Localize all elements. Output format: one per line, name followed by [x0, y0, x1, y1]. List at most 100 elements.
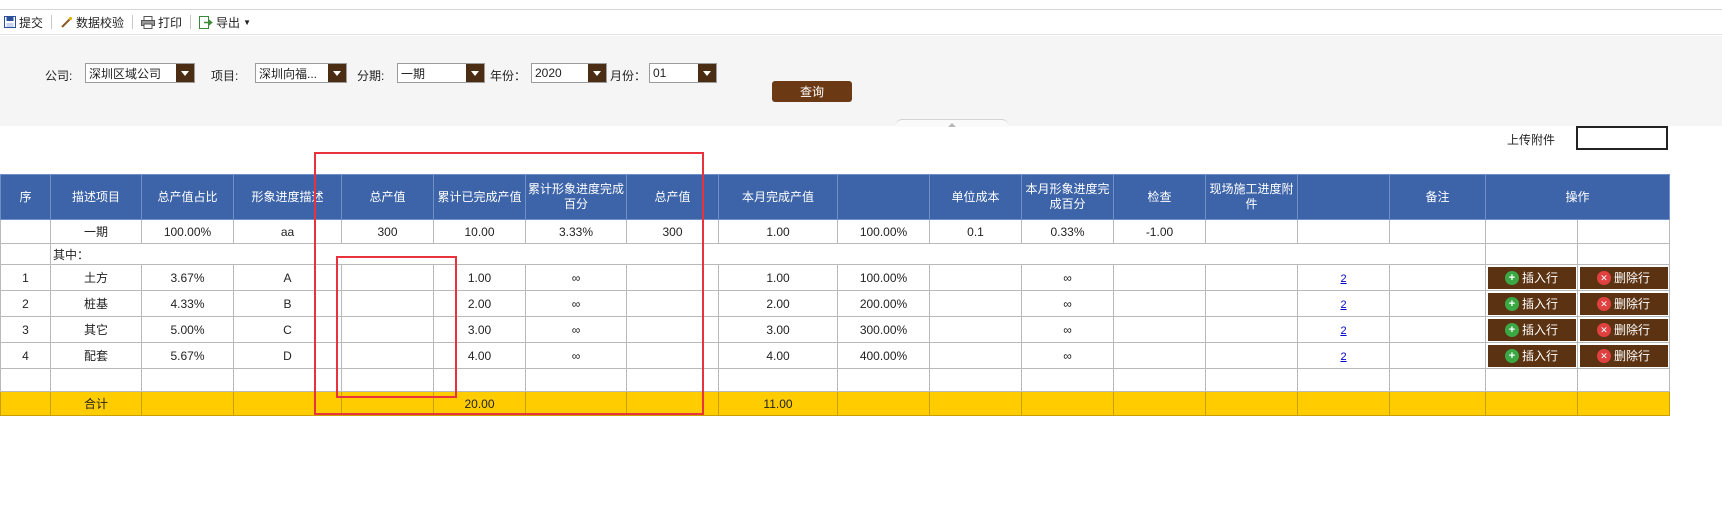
cell-total2[interactable]	[626, 290, 719, 317]
upload-input[interactable]	[1576, 126, 1668, 150]
insert-row-button[interactable]: + 插入行	[1487, 344, 1576, 367]
cell-action: + 插入行	[1485, 342, 1578, 369]
column-header: 检查	[1113, 174, 1206, 220]
project-label: 项目:	[211, 69, 239, 83]
period-label: 分期:	[357, 69, 385, 83]
cell-remark[interactable]	[1389, 316, 1486, 343]
cell-month-done: 3.00	[718, 316, 838, 343]
cell-cum-pct: ∞	[525, 264, 627, 291]
cell-attachment-link: 2	[1297, 316, 1390, 343]
cell-attach	[1205, 342, 1298, 369]
cell-total[interactable]	[341, 316, 434, 343]
query-button[interactable]: 查询	[772, 81, 852, 102]
print-label: 打印	[158, 15, 183, 30]
attachment-link[interactable]: 2	[1340, 273, 1346, 285]
cell-ratio: 5.67%	[141, 342, 234, 369]
cell-total2[interactable]	[626, 264, 719, 291]
export-icon	[199, 15, 213, 29]
delete-row-button[interactable]: ✕ 删除行	[1579, 344, 1668, 367]
cell-action: ✕ 删除行	[1576, 290, 1671, 317]
table-cell	[718, 368, 838, 392]
column-header: 累计已完成产值	[433, 174, 526, 220]
cell-total[interactable]	[341, 290, 434, 317]
total-cell	[525, 391, 627, 416]
company-select[interactable]: 深圳区域公司	[85, 63, 195, 83]
insert-row-label: 插入行	[1521, 297, 1558, 311]
year-label: 年份：	[490, 69, 527, 83]
insert-row-button[interactable]: + 插入行	[1487, 292, 1576, 315]
table-cell	[0, 368, 51, 392]
summary-row: 一期 100.00% aa 300 10.00 3.33% 300 1.00 100.00% 0.…	[0, 219, 1671, 244]
chevron-down-icon[interactable]	[328, 64, 346, 82]
project-select[interactable]: 深圳向福...	[255, 63, 347, 83]
cell-remark[interactable]	[1389, 290, 1486, 317]
chevron-down-icon[interactable]	[176, 64, 194, 82]
cell-attach	[1205, 264, 1298, 291]
cell-check	[1113, 290, 1206, 317]
month-select[interactable]: 01	[649, 63, 717, 83]
column-header: 总产值占比	[141, 174, 234, 220]
chevron-down-icon[interactable]	[588, 64, 606, 82]
total-cell	[1205, 391, 1298, 416]
export-button[interactable]: 导出 ▼	[195, 12, 255, 32]
delete-row-button[interactable]: ✕ 删除行	[1579, 318, 1668, 341]
table-cell	[50, 368, 142, 392]
delete-row-button[interactable]: ✕ 删除行	[1579, 266, 1668, 289]
progress-table: 序描述项目 总产值占比 形象进度描述 总产值 累计已完成产值 累计形象进度完成百分 总产值本…	[0, 174, 1671, 416]
table-cell	[341, 368, 434, 392]
delete-row-label: 删除行	[1613, 297, 1650, 311]
total-cell	[1297, 391, 1390, 416]
submit-label: 提交	[19, 15, 44, 30]
cell-unit-cost	[929, 290, 1022, 317]
print-button[interactable]: 打印	[137, 12, 186, 32]
delete-row-button[interactable]: ✕ 删除行	[1579, 292, 1668, 315]
column-header: 总产值	[626, 174, 719, 220]
year-value: 2020	[535, 66, 562, 80]
summary-cell: aa	[233, 219, 342, 244]
cell-total2[interactable]	[626, 342, 719, 369]
insert-row-button[interactable]: + 插入行	[1487, 318, 1576, 341]
insert-row-label: 插入行	[1521, 271, 1558, 285]
column-header: 本月形象进度完成百分	[1021, 174, 1114, 220]
table-cell	[1389, 368, 1486, 392]
cell-remark[interactable]	[1389, 264, 1486, 291]
table-cell	[1297, 368, 1390, 392]
cell-ratio: 5.00%	[141, 316, 234, 343]
column-header	[837, 174, 930, 220]
submit-button[interactable]: 提交	[0, 12, 47, 32]
cell-pct: 200.00%	[837, 290, 930, 317]
period-value: 一期	[401, 66, 426, 81]
cell-total[interactable]	[341, 264, 434, 291]
sub-label-row: 其中：	[0, 243, 1671, 265]
chevron-down-icon[interactable]	[466, 64, 484, 82]
cell-desc: D	[233, 342, 342, 369]
cell-desc: C	[233, 316, 342, 343]
cell-action: ✕ 删除行	[1576, 316, 1671, 343]
cell-total[interactable]	[341, 342, 434, 369]
insert-row-button[interactable]: + 插入行	[1487, 266, 1576, 289]
summary-cell: 一期	[50, 219, 142, 244]
total-cell	[141, 391, 234, 416]
toolbar-divider	[132, 15, 134, 29]
cell-pct: 400.00%	[837, 342, 930, 369]
table-header-row: 序描述项目 总产值占比 形象进度描述 总产值 累计已完成产值 累计形象进度完成百分 总产值本…	[0, 174, 1671, 220]
cell-action: ✕ 删除行	[1576, 264, 1671, 291]
total-cell	[0, 391, 51, 416]
attachment-link[interactable]: 2	[1340, 325, 1346, 337]
cell-ratio: 3.67%	[141, 264, 234, 291]
cell-month-pct: ∞	[1021, 342, 1114, 369]
total-cell	[1485, 391, 1578, 416]
attachment-link[interactable]: 2	[1340, 351, 1346, 363]
chevron-down-icon[interactable]	[698, 64, 716, 82]
summary-cell	[1297, 219, 1390, 244]
cell-total2[interactable]	[626, 316, 719, 343]
period-select[interactable]: 一期	[397, 63, 485, 83]
validate-button[interactable]: 数据校验	[56, 12, 128, 32]
year-select[interactable]: 2020	[531, 63, 607, 83]
column-header: 总产值	[341, 174, 434, 220]
cell-remark[interactable]	[1389, 342, 1486, 369]
attachment-link[interactable]: 2	[1340, 299, 1346, 311]
cell-cum-pct: ∞	[525, 342, 627, 369]
cell-attachment-link: 2	[1297, 290, 1390, 317]
collapse-panel-toggle[interactable]	[896, 119, 1008, 127]
